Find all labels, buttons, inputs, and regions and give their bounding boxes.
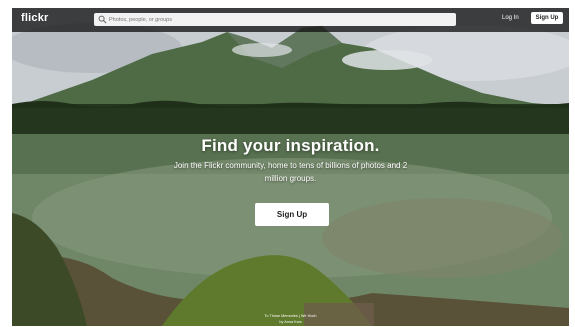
photo-author[interactable]: by Anna Kwa xyxy=(12,319,569,325)
signup-button-header[interactable]: Sign Up xyxy=(531,12,563,24)
search-box[interactable] xyxy=(94,13,456,26)
header-bar: flickr Log In Sign Up xyxy=(12,8,569,32)
hero-background: flickr Log In Sign Up Find your inspirat… xyxy=(12,8,569,326)
hero-title: Find your inspiration. xyxy=(201,136,380,155)
hero-subtitle: Join the Flickr community, home to tens … xyxy=(173,161,408,183)
signup-button-hero[interactable]: Sign Up xyxy=(255,203,329,226)
search-input[interactable] xyxy=(109,13,449,26)
login-link[interactable]: Log In xyxy=(502,15,519,21)
flickr-logo[interactable]: flickr xyxy=(21,12,49,24)
search-icon xyxy=(98,15,107,24)
photo-credit[interactable]: To Those Memories | Wir Hoch by Anna Kwa xyxy=(12,313,569,325)
